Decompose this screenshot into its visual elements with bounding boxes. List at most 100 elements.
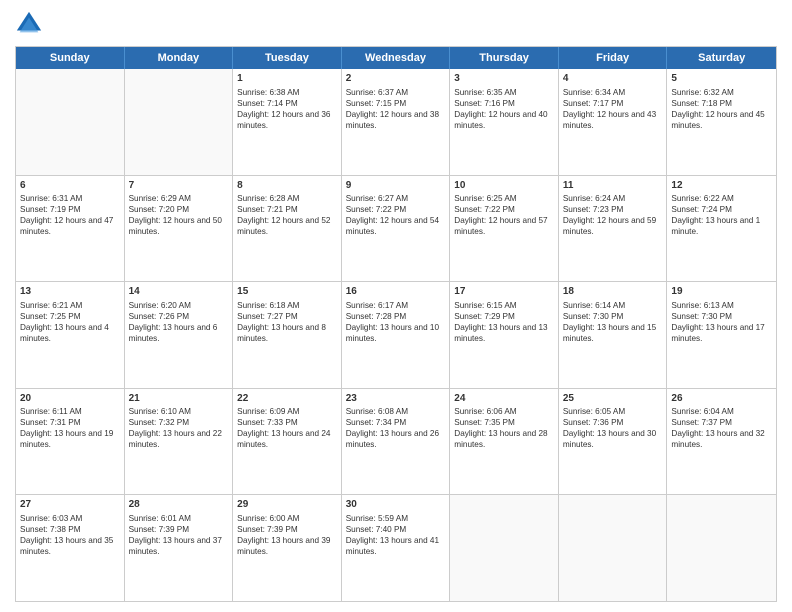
- calendar-day-19: 19Sunrise: 6:13 AM Sunset: 7:30 PM Dayli…: [667, 282, 776, 388]
- cell-detail: Sunrise: 6:31 AM Sunset: 7:19 PM Dayligh…: [20, 193, 120, 237]
- calendar-day-29: 29Sunrise: 6:00 AM Sunset: 7:39 PM Dayli…: [233, 495, 342, 601]
- header-day-saturday: Saturday: [667, 47, 776, 69]
- calendar-week-3: 13Sunrise: 6:21 AM Sunset: 7:25 PM Dayli…: [16, 281, 776, 388]
- calendar-day-15: 15Sunrise: 6:18 AM Sunset: 7:27 PM Dayli…: [233, 282, 342, 388]
- cell-detail: Sunrise: 6:08 AM Sunset: 7:34 PM Dayligh…: [346, 406, 446, 450]
- calendar-day-22: 22Sunrise: 6:09 AM Sunset: 7:33 PM Dayli…: [233, 389, 342, 495]
- day-number: 18: [563, 285, 663, 299]
- calendar-day-20: 20Sunrise: 6:11 AM Sunset: 7:31 PM Dayli…: [16, 389, 125, 495]
- calendar-day-27: 27Sunrise: 6:03 AM Sunset: 7:38 PM Dayli…: [16, 495, 125, 601]
- calendar-day-8: 8Sunrise: 6:28 AM Sunset: 7:21 PM Daylig…: [233, 176, 342, 282]
- cell-detail: Sunrise: 6:10 AM Sunset: 7:32 PM Dayligh…: [129, 406, 229, 450]
- cell-detail: Sunrise: 6:37 AM Sunset: 7:15 PM Dayligh…: [346, 87, 446, 131]
- cell-detail: Sunrise: 6:27 AM Sunset: 7:22 PM Dayligh…: [346, 193, 446, 237]
- calendar-day-28: 28Sunrise: 6:01 AM Sunset: 7:39 PM Dayli…: [125, 495, 234, 601]
- day-number: 3: [454, 72, 554, 86]
- calendar-day-24: 24Sunrise: 6:06 AM Sunset: 7:35 PM Dayli…: [450, 389, 559, 495]
- cell-detail: Sunrise: 6:05 AM Sunset: 7:36 PM Dayligh…: [563, 406, 663, 450]
- day-number: 29: [237, 498, 337, 512]
- cell-detail: Sunrise: 6:28 AM Sunset: 7:21 PM Dayligh…: [237, 193, 337, 237]
- calendar-body: 1Sunrise: 6:38 AM Sunset: 7:14 PM Daylig…: [16, 69, 776, 601]
- calendar-week-5: 27Sunrise: 6:03 AM Sunset: 7:38 PM Dayli…: [16, 494, 776, 601]
- cell-detail: Sunrise: 6:06 AM Sunset: 7:35 PM Dayligh…: [454, 406, 554, 450]
- cell-detail: Sunrise: 6:09 AM Sunset: 7:33 PM Dayligh…: [237, 406, 337, 450]
- header-day-monday: Monday: [125, 47, 234, 69]
- day-number: 9: [346, 179, 446, 193]
- cell-detail: Sunrise: 6:22 AM Sunset: 7:24 PM Dayligh…: [671, 193, 772, 237]
- header: [15, 10, 777, 38]
- day-number: 22: [237, 392, 337, 406]
- day-number: 26: [671, 392, 772, 406]
- calendar-day-21: 21Sunrise: 6:10 AM Sunset: 7:32 PM Dayli…: [125, 389, 234, 495]
- header-day-wednesday: Wednesday: [342, 47, 451, 69]
- day-number: 11: [563, 179, 663, 193]
- cell-detail: Sunrise: 6:25 AM Sunset: 7:22 PM Dayligh…: [454, 193, 554, 237]
- calendar-day-25: 25Sunrise: 6:05 AM Sunset: 7:36 PM Dayli…: [559, 389, 668, 495]
- day-number: 17: [454, 285, 554, 299]
- calendar-week-1: 1Sunrise: 6:38 AM Sunset: 7:14 PM Daylig…: [16, 69, 776, 175]
- cell-detail: Sunrise: 6:03 AM Sunset: 7:38 PM Dayligh…: [20, 513, 120, 557]
- calendar-day-7: 7Sunrise: 6:29 AM Sunset: 7:20 PM Daylig…: [125, 176, 234, 282]
- header-day-friday: Friday: [559, 47, 668, 69]
- calendar: SundayMondayTuesdayWednesdayThursdayFrid…: [15, 46, 777, 602]
- day-number: 7: [129, 179, 229, 193]
- calendar-day-11: 11Sunrise: 6:24 AM Sunset: 7:23 PM Dayli…: [559, 176, 668, 282]
- cell-detail: Sunrise: 6:11 AM Sunset: 7:31 PM Dayligh…: [20, 406, 120, 450]
- calendar-week-2: 6Sunrise: 6:31 AM Sunset: 7:19 PM Daylig…: [16, 175, 776, 282]
- calendar-day-17: 17Sunrise: 6:15 AM Sunset: 7:29 PM Dayli…: [450, 282, 559, 388]
- calendar-empty-4-6: [667, 495, 776, 601]
- cell-detail: Sunrise: 6:32 AM Sunset: 7:18 PM Dayligh…: [671, 87, 772, 131]
- calendar-empty-0-1: [125, 69, 234, 175]
- day-number: 16: [346, 285, 446, 299]
- day-number: 12: [671, 179, 772, 193]
- calendar-day-13: 13Sunrise: 6:21 AM Sunset: 7:25 PM Dayli…: [16, 282, 125, 388]
- day-number: 1: [237, 72, 337, 86]
- header-day-sunday: Sunday: [16, 47, 125, 69]
- cell-detail: Sunrise: 6:18 AM Sunset: 7:27 PM Dayligh…: [237, 300, 337, 344]
- day-number: 19: [671, 285, 772, 299]
- day-number: 24: [454, 392, 554, 406]
- cell-detail: Sunrise: 6:24 AM Sunset: 7:23 PM Dayligh…: [563, 193, 663, 237]
- cell-detail: Sunrise: 6:04 AM Sunset: 7:37 PM Dayligh…: [671, 406, 772, 450]
- day-number: 10: [454, 179, 554, 193]
- day-number: 14: [129, 285, 229, 299]
- cell-detail: Sunrise: 6:21 AM Sunset: 7:25 PM Dayligh…: [20, 300, 120, 344]
- day-number: 13: [20, 285, 120, 299]
- day-number: 23: [346, 392, 446, 406]
- day-number: 6: [20, 179, 120, 193]
- calendar-day-3: 3Sunrise: 6:35 AM Sunset: 7:16 PM Daylig…: [450, 69, 559, 175]
- logo-icon: [15, 10, 43, 38]
- calendar-empty-4-5: [559, 495, 668, 601]
- cell-detail: Sunrise: 6:35 AM Sunset: 7:16 PM Dayligh…: [454, 87, 554, 131]
- cell-detail: Sunrise: 6:38 AM Sunset: 7:14 PM Dayligh…: [237, 87, 337, 131]
- cell-detail: Sunrise: 6:13 AM Sunset: 7:30 PM Dayligh…: [671, 300, 772, 344]
- day-number: 27: [20, 498, 120, 512]
- cell-detail: Sunrise: 6:17 AM Sunset: 7:28 PM Dayligh…: [346, 300, 446, 344]
- day-number: 28: [129, 498, 229, 512]
- cell-detail: Sunrise: 6:01 AM Sunset: 7:39 PM Dayligh…: [129, 513, 229, 557]
- calendar-day-26: 26Sunrise: 6:04 AM Sunset: 7:37 PM Dayli…: [667, 389, 776, 495]
- calendar-day-2: 2Sunrise: 6:37 AM Sunset: 7:15 PM Daylig…: [342, 69, 451, 175]
- day-number: 20: [20, 392, 120, 406]
- calendar-day-6: 6Sunrise: 6:31 AM Sunset: 7:19 PM Daylig…: [16, 176, 125, 282]
- calendar-day-23: 23Sunrise: 6:08 AM Sunset: 7:34 PM Dayli…: [342, 389, 451, 495]
- cell-detail: Sunrise: 6:29 AM Sunset: 7:20 PM Dayligh…: [129, 193, 229, 237]
- calendar-week-4: 20Sunrise: 6:11 AM Sunset: 7:31 PM Dayli…: [16, 388, 776, 495]
- calendar-day-16: 16Sunrise: 6:17 AM Sunset: 7:28 PM Dayli…: [342, 282, 451, 388]
- calendar-header-row: SundayMondayTuesdayWednesdayThursdayFrid…: [16, 47, 776, 69]
- header-day-thursday: Thursday: [450, 47, 559, 69]
- calendar-day-9: 9Sunrise: 6:27 AM Sunset: 7:22 PM Daylig…: [342, 176, 451, 282]
- calendar-day-18: 18Sunrise: 6:14 AM Sunset: 7:30 PM Dayli…: [559, 282, 668, 388]
- day-number: 8: [237, 179, 337, 193]
- calendar-empty-4-4: [450, 495, 559, 601]
- calendar-day-5: 5Sunrise: 6:32 AM Sunset: 7:18 PM Daylig…: [667, 69, 776, 175]
- page: SundayMondayTuesdayWednesdayThursdayFrid…: [0, 0, 792, 612]
- calendar-day-1: 1Sunrise: 6:38 AM Sunset: 7:14 PM Daylig…: [233, 69, 342, 175]
- calendar-day-4: 4Sunrise: 6:34 AM Sunset: 7:17 PM Daylig…: [559, 69, 668, 175]
- day-number: 5: [671, 72, 772, 86]
- calendar-empty-0-0: [16, 69, 125, 175]
- calendar-day-10: 10Sunrise: 6:25 AM Sunset: 7:22 PM Dayli…: [450, 176, 559, 282]
- day-number: 4: [563, 72, 663, 86]
- calendar-day-14: 14Sunrise: 6:20 AM Sunset: 7:26 PM Dayli…: [125, 282, 234, 388]
- cell-detail: Sunrise: 6:00 AM Sunset: 7:39 PM Dayligh…: [237, 513, 337, 557]
